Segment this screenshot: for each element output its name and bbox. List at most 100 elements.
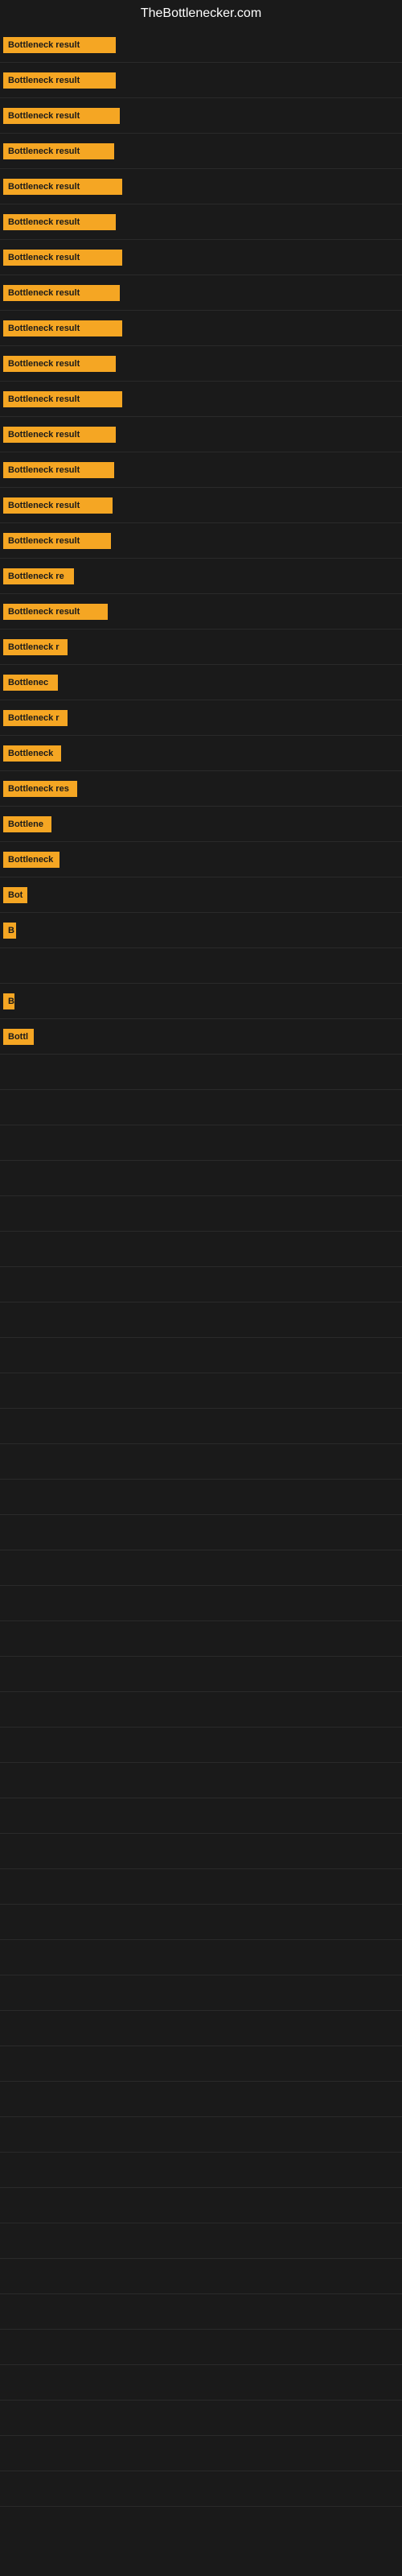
empty-row: [0, 1586, 402, 1621]
site-title: TheBottlenecker.com: [0, 0, 402, 27]
empty-row: [0, 2046, 402, 2082]
empty-row: [0, 1232, 402, 1267]
empty-row: [0, 1763, 402, 1798]
bottleneck-row: Bottleneck re: [0, 559, 402, 594]
empty-row: [0, 2117, 402, 2153]
empty-row: [0, 1905, 402, 1940]
empty-row: [0, 1550, 402, 1586]
empty-row: [0, 1409, 402, 1444]
empty-row: [0, 1373, 402, 1409]
bottleneck-badge[interactable]: B: [3, 993, 14, 1009]
bottleneck-badge[interactable]: Bottleneck result: [3, 214, 116, 230]
bottleneck-row: B: [0, 984, 402, 1019]
bottleneck-badge[interactable]: Bot: [3, 887, 27, 903]
bottleneck-row: Bottleneck result: [0, 417, 402, 452]
bottleneck-badge[interactable]: Bottleneck result: [3, 320, 122, 336]
empty-row: [0, 1161, 402, 1196]
empty-row: [0, 1196, 402, 1232]
empty-row: [0, 1692, 402, 1728]
bottleneck-badge[interactable]: Bottleneck result: [3, 427, 116, 443]
bottleneck-row: Bottleneck: [0, 736, 402, 771]
empty-row: [0, 2436, 402, 2471]
empty-row: [0, 1869, 402, 1905]
bottleneck-row: Bottleneck result: [0, 204, 402, 240]
empty-row: [0, 2082, 402, 2117]
bottleneck-badge[interactable]: Bottlene: [3, 816, 51, 832]
empty-row: [0, 2294, 402, 2330]
bottleneck-row: Bottleneck result: [0, 452, 402, 488]
empty-row: [0, 1728, 402, 1763]
bottleneck-badge[interactable]: Bottleneck res: [3, 781, 77, 797]
empty-row: [0, 1302, 402, 1338]
bottleneck-row: [0, 948, 402, 984]
empty-row: [0, 1834, 402, 1869]
bottleneck-row: Bottleneck result: [0, 382, 402, 417]
bottleneck-row: Bottleneck result: [0, 311, 402, 346]
bottleneck-badge[interactable]: Bottleneck result: [3, 604, 108, 620]
bottleneck-badge[interactable]: Bottleneck: [3, 745, 61, 762]
bottleneck-row: Bottleneck res: [0, 771, 402, 807]
bottleneck-row: Bottlenec: [0, 665, 402, 700]
empty-row: [0, 1444, 402, 1480]
bottleneck-row: Bottleneck result: [0, 594, 402, 630]
bottleneck-row: Bottleneck result: [0, 98, 402, 134]
bottleneck-row: Bottl: [0, 1019, 402, 1055]
empty-row: [0, 1798, 402, 1834]
empty-row: [0, 1940, 402, 1975]
bottleneck-container: Bottleneck result Bottleneck result Bottle…: [0, 27, 402, 2507]
bottleneck-badge[interactable]: Bottleneck result: [3, 143, 114, 159]
empty-row: [0, 1975, 402, 2011]
empty-row: [0, 2401, 402, 2436]
empty-row: [0, 2330, 402, 2365]
bottleneck-badge[interactable]: Bottleneck result: [3, 250, 122, 266]
bottleneck-row: Bottleneck r: [0, 630, 402, 665]
empty-row: [0, 2471, 402, 2507]
empty-row: [0, 1267, 402, 1302]
empty-row: [0, 1480, 402, 1515]
empty-row: [0, 2365, 402, 2401]
bottleneck-row: Bottleneck r: [0, 700, 402, 736]
bottleneck-row: Bot: [0, 877, 402, 913]
bottleneck-row: Bottleneck result: [0, 63, 402, 98]
bottleneck-badge[interactable]: Bottleneck result: [3, 285, 120, 301]
bottleneck-row: Bottleneck result: [0, 27, 402, 63]
empty-row: [0, 1338, 402, 1373]
bottleneck-row: Bottleneck result: [0, 134, 402, 169]
bottleneck-row: Bottleneck result: [0, 488, 402, 523]
empty-row: [0, 2011, 402, 2046]
bottleneck-badge[interactable]: Bottleneck result: [3, 462, 114, 478]
bottleneck-badge[interactable]: Bottleneck result: [3, 356, 116, 372]
empty-row: [0, 2223, 402, 2259]
bottleneck-row: Bottleneck: [0, 842, 402, 877]
empty-row: [0, 1515, 402, 1550]
empty-row: [0, 1090, 402, 1125]
bottleneck-badge[interactable]: Bottleneck r: [3, 710, 68, 726]
bottleneck-badge[interactable]: Bottleneck result: [3, 533, 111, 549]
bottleneck-badge[interactable]: Bottleneck result: [3, 37, 116, 53]
bottleneck-badge[interactable]: Bottleneck result: [3, 108, 120, 124]
bottleneck-badge[interactable]: Bottleneck re: [3, 568, 74, 584]
bottleneck-row: B: [0, 913, 402, 948]
bottleneck-row: Bottlene: [0, 807, 402, 842]
empty-row: [0, 1125, 402, 1161]
empty-row: [0, 1657, 402, 1692]
bottleneck-badge[interactable]: Bottl: [3, 1029, 34, 1045]
bottleneck-badge[interactable]: Bottleneck: [3, 852, 59, 868]
empty-row: [0, 2259, 402, 2294]
bottleneck-badge[interactable]: Bottleneck result: [3, 497, 113, 514]
empty-row: [0, 2153, 402, 2188]
bottleneck-row: Bottleneck result: [0, 523, 402, 559]
bottleneck-badge[interactable]: Bottleneck result: [3, 391, 122, 407]
bottleneck-badge[interactable]: Bottleneck result: [3, 72, 116, 89]
bottleneck-row: Bottleneck result: [0, 275, 402, 311]
bottleneck-row: [0, 1055, 402, 1090]
bottleneck-row: Bottleneck result: [0, 346, 402, 382]
bottleneck-badge[interactable]: Bottleneck r: [3, 639, 68, 655]
bottleneck-row: Bottleneck result: [0, 169, 402, 204]
empty-row: [0, 1621, 402, 1657]
empty-row: [0, 2188, 402, 2223]
bottleneck-badge[interactable]: B: [3, 923, 16, 939]
bottleneck-badge[interactable]: Bottleneck result: [3, 179, 122, 195]
bottleneck-badge[interactable]: Bottlenec: [3, 675, 58, 691]
bottleneck-row: Bottleneck result: [0, 240, 402, 275]
